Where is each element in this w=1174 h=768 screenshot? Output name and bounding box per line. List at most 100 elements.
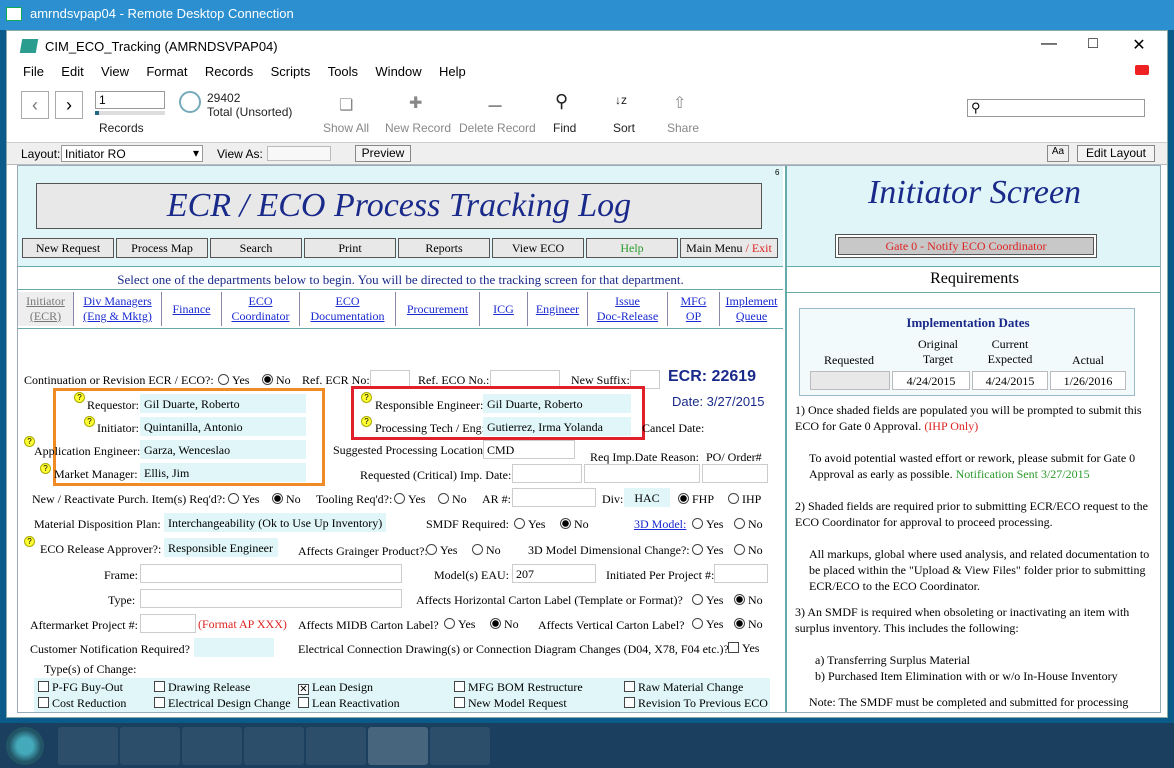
chrome-icon[interactable]	[58, 727, 118, 765]
change-type-option[interactable]: Lean Reactivation	[298, 696, 400, 711]
vertical-yes[interactable]: Yes	[692, 617, 723, 632]
initiator-field[interactable]: Quintanilla, Antonio	[140, 417, 306, 436]
help-tip-icon[interactable]: ?	[361, 416, 372, 427]
vertical-no[interactable]: No	[734, 617, 763, 632]
div-field[interactable]: HAC	[624, 488, 670, 507]
3d-model-link[interactable]: 3D Model:	[634, 517, 686, 532]
next-record-button[interactable]: ›	[55, 91, 83, 119]
app-engineer-field[interactable]: Garza, Wenceslao	[140, 440, 306, 459]
search-button[interactable]: Search	[210, 238, 302, 258]
tab-engineer[interactable]: Engineer	[528, 292, 588, 326]
edit-layout-button[interactable]: Edit Layout	[1077, 145, 1155, 162]
menu-help[interactable]: Help	[439, 64, 466, 79]
find-button[interactable]: Find	[553, 121, 576, 135]
unlock-icon[interactable]	[1135, 65, 1149, 75]
requested-critical-field[interactable]	[512, 464, 582, 483]
smdf-no[interactable]: No	[560, 517, 589, 532]
text-format-button[interactable]: Aa	[1047, 145, 1069, 162]
tab-procurement[interactable]: Procurement	[396, 292, 480, 326]
req-imp-reason-field[interactable]	[584, 464, 700, 483]
prev-record-button[interactable]: ‹	[21, 91, 49, 119]
horizontal-yes[interactable]: Yes	[692, 593, 723, 608]
main-menu-exit-button[interactable]: Main Menu / Exit	[680, 238, 778, 258]
menu-edit[interactable]: Edit	[61, 64, 83, 79]
tooling-no[interactable]: No	[438, 492, 467, 507]
aftermarket-field[interactable]	[140, 614, 196, 633]
view-as-buttons[interactable]	[267, 146, 331, 161]
div-fhp[interactable]: FHP	[678, 492, 714, 507]
show-all-button[interactable]: Show All	[323, 121, 369, 135]
midb-yes[interactable]: Yes	[444, 617, 475, 632]
electrical-connection-yes[interactable]: Yes	[728, 641, 759, 656]
change-type-option[interactable]: P-FG Buy-Out	[38, 680, 123, 695]
tab-implement-queue[interactable]: Implement Queue	[720, 292, 783, 326]
change-type-option[interactable]: New Product Development	[454, 712, 599, 713]
tab-issue-doc-release[interactable]: Issue Doc-Release	[588, 292, 668, 326]
processing-tech-field[interactable]: Gutierrez, Irma Yolanda	[483, 417, 631, 436]
po-order-field[interactable]	[702, 464, 768, 483]
change-type-option[interactable]: Drawing Release	[154, 680, 250, 695]
change-type-option[interactable]: Electrical Design Change	[154, 696, 291, 711]
original-target-field[interactable]: 4/24/2015	[892, 371, 970, 390]
tab-finance[interactable]: Finance	[162, 292, 222, 326]
change-type-option[interactable]: New Model Request	[454, 696, 567, 711]
tab-mfg-op[interactable]: MFG OP	[668, 292, 720, 326]
continuation-no[interactable]: No	[262, 373, 291, 388]
maximize-button[interactable]: □	[1073, 35, 1113, 53]
horizontal-no[interactable]: No	[734, 593, 763, 608]
tab-initiator[interactable]: Initiator (ECR)	[18, 292, 74, 326]
change-type-option[interactable]: Mechanical Design Change	[298, 712, 445, 713]
change-type-option[interactable]: Engineering Error	[154, 712, 255, 713]
menu-records[interactable]: Records	[205, 64, 253, 79]
vpn-icon[interactable]	[182, 727, 242, 765]
3d-model-yes[interactable]: Yes	[692, 517, 723, 532]
continuation-yes[interactable]: Yes	[218, 373, 249, 388]
menu-format[interactable]: Format	[146, 64, 187, 79]
3d-model-no[interactable]: No	[734, 517, 763, 532]
menu-window[interactable]: Window	[375, 64, 421, 79]
tab-eco-coordinator[interactable]: ECO Coordinator	[222, 292, 300, 326]
help-tip-icon[interactable]: ?	[24, 536, 35, 547]
new-reactivate-no[interactable]: No	[272, 492, 301, 507]
layout-select[interactable]: Initiator RO ▾	[61, 145, 203, 162]
skype-icon[interactable]	[306, 727, 366, 765]
div-ihp[interactable]: IHP	[728, 492, 761, 507]
smdf-yes[interactable]: Yes	[514, 517, 545, 532]
new-reactivate-yes[interactable]: Yes	[228, 492, 259, 507]
change-type-option[interactable]: Cost Reduction	[38, 696, 126, 711]
preview-button[interactable]: Preview	[355, 145, 411, 162]
tab-div-managers[interactable]: Div Managers (Eng & Mktg)	[74, 292, 162, 326]
gate0-button[interactable]: Gate 0 - Notify ECO Coordinator	[838, 237, 1094, 255]
file-explorer-icon[interactable]	[120, 727, 180, 765]
new-request-button[interactable]: New Request	[22, 238, 114, 258]
help-tip-icon[interactable]: ?	[40, 463, 51, 474]
responsible-engineer-field[interactable]: Gil Duarte, Roberto	[483, 394, 631, 413]
type-field[interactable]	[140, 589, 402, 608]
remote-desktop-icon[interactable]	[368, 727, 428, 765]
view-eco-button[interactable]: View ECO	[492, 238, 584, 258]
start-button[interactable]	[6, 727, 44, 765]
requested-date-field[interactable]	[810, 371, 890, 390]
menu-scripts[interactable]: Scripts	[271, 64, 311, 79]
suggested-location-field[interactable]: CMD	[483, 440, 575, 459]
close-button[interactable]: ✕	[1119, 35, 1159, 55]
print-button[interactable]: Print	[304, 238, 396, 258]
tooling-yes[interactable]: Yes	[394, 492, 425, 507]
material-disposition-field[interactable]: Interchangeability (Ok to Use Up Invento…	[164, 513, 386, 532]
midb-no[interactable]: No	[490, 617, 519, 632]
current-expected-field[interactable]: 4/24/2015	[972, 371, 1048, 390]
minimize-button[interactable]: —	[1029, 35, 1069, 53]
help-tip-icon[interactable]: ?	[84, 416, 95, 427]
ar-field[interactable]	[512, 488, 596, 507]
change-type-option[interactable]: Customer Request	[38, 712, 140, 713]
menu-file[interactable]: File	[23, 64, 44, 79]
tab-icg[interactable]: ICG	[480, 292, 528, 326]
menu-view[interactable]: View	[101, 64, 129, 79]
notepad-icon[interactable]	[430, 727, 490, 765]
grainger-yes[interactable]: Yes	[426, 543, 457, 558]
grainger-no[interactable]: No	[472, 543, 501, 558]
change-type-option[interactable]: Raw Material Change	[624, 680, 743, 695]
tab-eco-documentation[interactable]: ECO Documentation	[300, 292, 396, 326]
help-tip-icon[interactable]: ?	[74, 392, 85, 403]
customer-notification-field[interactable]	[194, 638, 274, 657]
